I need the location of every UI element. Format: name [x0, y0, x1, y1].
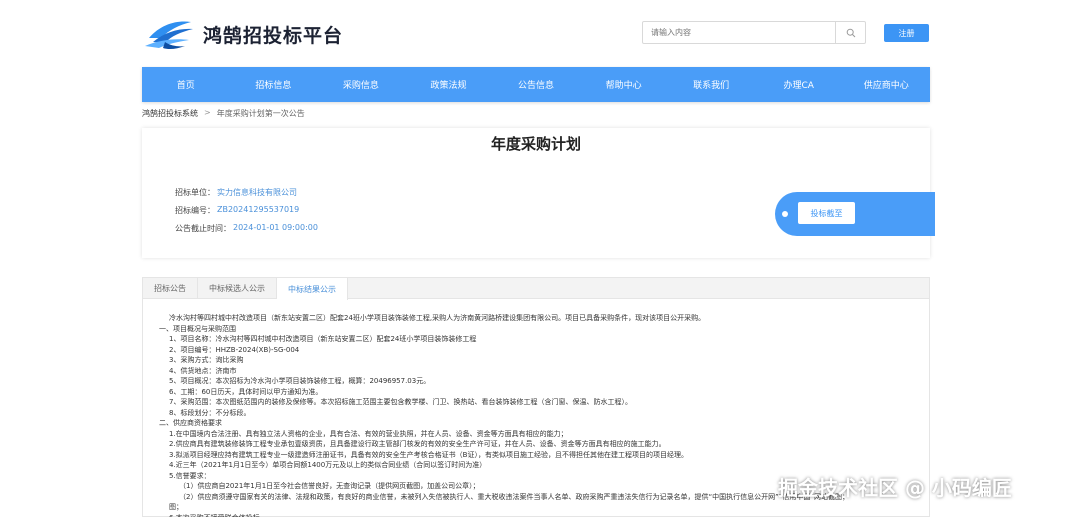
- breadcrumb-current: 年度采购计划第一次公告: [216, 109, 305, 118]
- watermark-text: 掘金技术社区 @ 小码编匠: [778, 476, 1012, 500]
- nav-item-procurement-info[interactable]: 采购信息: [317, 67, 405, 102]
- nav-item-ca[interactable]: 办理CA: [755, 67, 843, 102]
- content-line: 图；: [169, 503, 183, 511]
- breadcrumb: 鸿鹄招投标系统 > 年度采购计划第一次公告: [142, 108, 305, 119]
- nav-item-home[interactable]: 首页: [142, 67, 230, 102]
- content-line: 冷水沟村等四村城中村改造项目（新东站安置二区）配套24班小学项目装饰装修工程,采…: [169, 314, 706, 322]
- nav-item-announcements[interactable]: 公告信息: [492, 67, 580, 102]
- info-label: 招标编号：: [175, 206, 215, 215]
- info-rows: 招标单位： 实力信息科技有限公司 招标编号： ZB20241295537019 …: [175, 187, 318, 241]
- info-row-deadline: 公告截止时间： 2024-01-01 09:00:00: [175, 223, 318, 241]
- tab-result-notice[interactable]: 中标结果公示: [277, 278, 348, 300]
- content-line: 8、标段划分：不分标段。: [169, 408, 251, 417]
- info-label: 招标单位：: [175, 188, 215, 197]
- info-value: 2024-01-01 09:00:00: [233, 223, 318, 232]
- content-line: 4.近三年（2021年1月1日至今）单项合同额1400万元及以上的类似合同业绩（…: [169, 461, 487, 469]
- tab-bar: 招标公告 中标候选人公示 中标结果公示: [143, 278, 929, 300]
- content-line: 1、项目名称：冷水沟村等四村城中村改造项目（新东站安置二区）配套24班小学项目装…: [169, 335, 477, 343]
- page-title: 年度采购计划: [490, 135, 581, 153]
- breadcrumb-separator: >: [204, 108, 211, 117]
- content-line: 2、项目编号：HHZB-2024(XB)-SG-004: [169, 345, 300, 354]
- logo-bird-icon: [145, 21, 193, 50]
- content-line: 3.拟派项目经理应持有建筑工程专业一级建造师注册证书，具备有效的安全生产考核合格…: [169, 450, 688, 459]
- panel-dot: [782, 211, 788, 217]
- header: 鸿鹄招投标平台 注册: [0, 0, 1080, 66]
- search-box: [642, 21, 866, 44]
- info-label: 公告截止时间：: [175, 224, 231, 233]
- nav-item-policies[interactable]: 政策法规: [405, 67, 493, 102]
- search-button[interactable]: [835, 22, 865, 43]
- info-row-number: 招标编号： ZB20241295537019: [175, 205, 318, 223]
- nav-item-contact[interactable]: 联系我们: [667, 67, 755, 102]
- bid-closed-button[interactable]: 投标截至: [798, 202, 855, 224]
- tab-bid-notice[interactable]: 招标公告: [143, 278, 198, 298]
- info-value: 实力信息科技有限公司: [217, 188, 297, 197]
- content-line: 6、工期：60日历天，具体时间以甲方通知为准。: [169, 387, 323, 396]
- content-line: 4、供货地点：济南市: [169, 366, 237, 375]
- register-button[interactable]: 注册: [884, 24, 929, 42]
- info-value: ZB20241295537019: [217, 205, 300, 214]
- content-line: 一、项目概况与采购范围: [159, 324, 236, 333]
- nav-item-help[interactable]: 帮助中心: [580, 67, 668, 102]
- info-row-unit: 招标单位： 实力信息科技有限公司: [175, 187, 318, 205]
- nav-item-bidding-info[interactable]: 招标信息: [230, 67, 318, 102]
- search-icon: [846, 28, 855, 37]
- content-line: 1.在中国境内合法注册、具有独立法人资格的企业，具有合法、有效的营业执照，并在人…: [169, 429, 568, 438]
- content-line: 3、采购方式：询比采购: [169, 356, 244, 364]
- search-input[interactable]: [643, 22, 835, 43]
- logo-text: 鸿鹄招投标平台: [203, 24, 344, 47]
- site-logo[interactable]: 鸿鹄招投标平台: [143, 14, 343, 54]
- breadcrumb-root[interactable]: 鸿鹄招投标系统: [142, 108, 198, 119]
- content-line: 二、供应商资格要求: [159, 419, 222, 427]
- tab-candidate-notice[interactable]: 中标候选人公示: [198, 278, 277, 298]
- content-line: 5、项目概况：本次招标为冷水沟小学项目装饰装修工程，概算：20496957.03…: [169, 377, 431, 385]
- content-line: 7、采购范围：本次图纸范围内的装修及保修等。本次招标施工范围主要包含教学楼、门卫…: [169, 398, 632, 406]
- content-line: 2.供应商具有建筑装修装饰工程专业承包壹级资质，且具备建设行政主管部门核发的有效…: [169, 440, 666, 448]
- nav-item-supplier-center[interactable]: 供应商中心: [843, 67, 931, 102]
- content-line: 6.本次采购不接受联合体投标。: [159, 513, 915, 517]
- main-nav: 首页 招标信息 采购信息 政策法规 公告信息 帮助中心 联系我们 办理CA 供应…: [142, 67, 930, 102]
